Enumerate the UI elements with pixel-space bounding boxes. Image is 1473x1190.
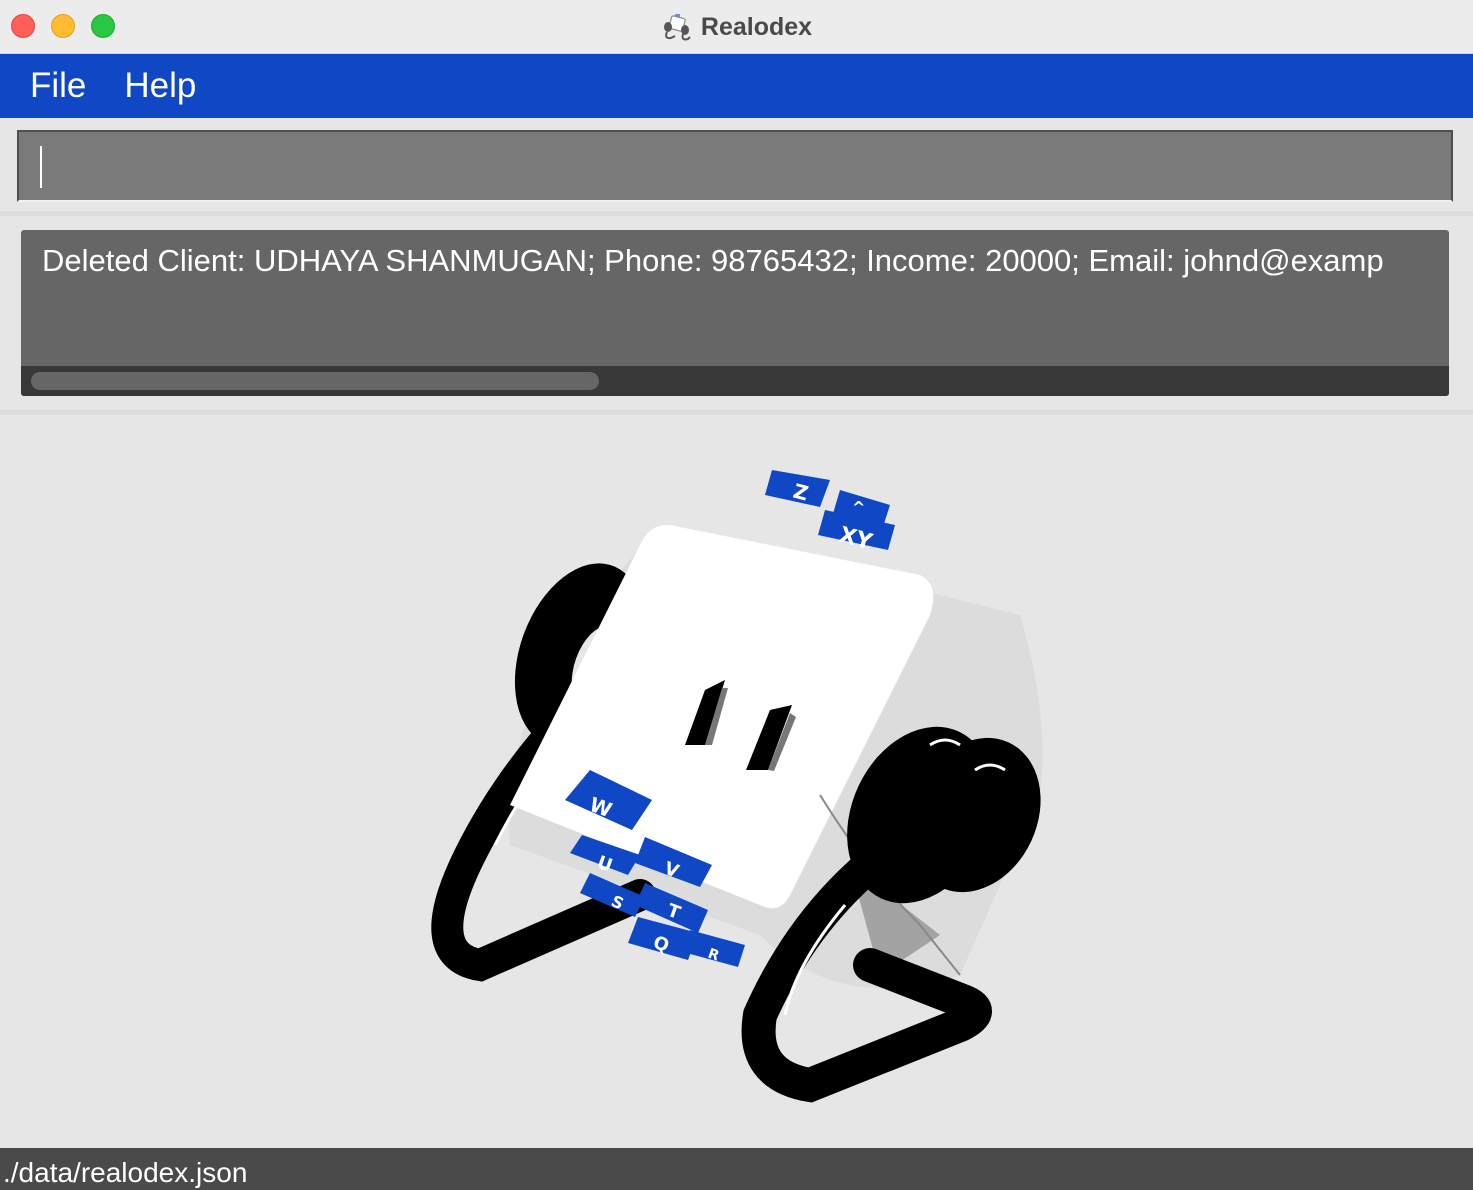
rolodex-icon bbox=[663, 14, 691, 41]
status-bar: ./data/realodex.json bbox=[0, 1148, 1473, 1190]
window-title: Realodex bbox=[700, 12, 813, 41]
result-message: Deleted Client: UDHAYA SHANMUGAN; Phone:… bbox=[42, 243, 1384, 278]
menu-bar: File Help bbox=[0, 54, 1473, 118]
scrollbar-thumb[interactable] bbox=[31, 372, 599, 390]
text-caret bbox=[40, 146, 42, 188]
divider bbox=[0, 211, 1473, 216]
rolodex-icon: Z ^ XY W U V S T Q R bbox=[431, 470, 1043, 1103]
logo-panel: Z ^ XY W U V S T Q R bbox=[0, 415, 1473, 1147]
window-title-bar: Realodex bbox=[0, 0, 1473, 54]
svg-text:^: ^ bbox=[852, 498, 865, 517]
command-input[interactable] bbox=[19, 132, 1451, 200]
result-display: Deleted Client: UDHAYA SHANMUGAN; Phone:… bbox=[21, 230, 1449, 396]
horizontal-scrollbar[interactable] bbox=[21, 366, 1449, 396]
menu-help[interactable]: Help bbox=[105, 66, 215, 106]
data-file-path: ./data/realodex.json bbox=[3, 1157, 248, 1188]
command-box bbox=[17, 130, 1453, 202]
menu-file[interactable]: File bbox=[0, 66, 105, 106]
